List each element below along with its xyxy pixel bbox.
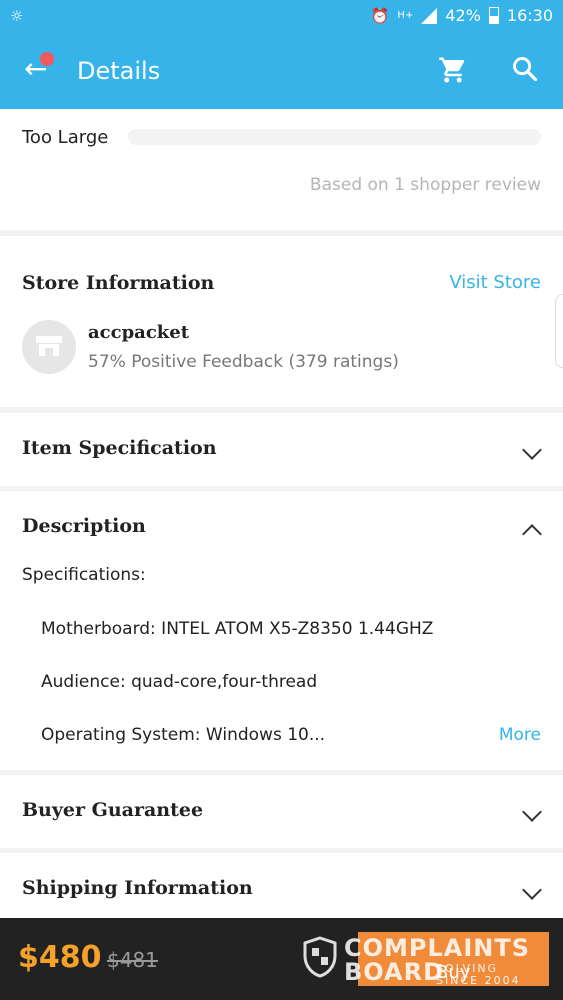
signal-icon xyxy=(421,7,438,24)
buyer-guarantee-row[interactable]: Buyer Guarantee xyxy=(0,775,563,848)
item-specification-row[interactable]: Item Specification xyxy=(0,413,563,486)
chevron-down-icon xyxy=(522,802,542,822)
shop-icon xyxy=(36,336,62,356)
item-specification-label: Item Specification xyxy=(22,437,217,459)
watermark-line2: BOARD xyxy=(344,958,445,986)
network-type: H+ xyxy=(397,10,414,21)
shield-icon xyxy=(303,936,337,978)
original-price: $481 xyxy=(107,948,158,972)
description-heading: Description xyxy=(22,515,146,537)
side-handle[interactable] xyxy=(555,294,563,368)
buyer-guarantee-label: Buyer Guarantee xyxy=(22,799,204,821)
store-information-card: Store Information Visit Store accpacket … xyxy=(0,236,563,407)
store-name[interactable]: accpacket xyxy=(88,322,189,343)
page-title: Details xyxy=(77,57,161,85)
more-link[interactable]: More xyxy=(499,725,541,745)
spec-line: Motherboard: INTEL ATOM X5-Z8350 1.44GHZ xyxy=(41,619,434,639)
weather-icon: ☼ xyxy=(10,7,24,25)
chevron-up-icon[interactable] xyxy=(522,524,542,544)
description-section: Description Specifications: Motherboard:… xyxy=(0,491,563,770)
store-heading: Store Information xyxy=(22,272,215,294)
store-avatar[interactable] xyxy=(22,320,76,374)
shipping-information-label: Shipping Information xyxy=(22,877,253,899)
size-fit-label: Too Large xyxy=(22,127,109,148)
specifications-label: Specifications: xyxy=(22,565,146,585)
purchase-bar: $480 $481 Buy COMPLAINTS BOARD SOLVING S… xyxy=(0,918,563,1000)
clock: 16:30 xyxy=(506,6,553,25)
app-bar: ← Details xyxy=(0,33,563,109)
notification-dot xyxy=(40,52,54,66)
cart-icon[interactable] xyxy=(438,55,468,85)
visit-store-link[interactable]: Visit Store xyxy=(449,272,541,293)
chevron-down-icon xyxy=(522,440,542,460)
store-feedback: 57% Positive Feedback (379 ratings) xyxy=(88,352,399,372)
status-bar: ☼ ⏰ H+ 42% 16:30 xyxy=(0,0,563,33)
chevron-down-icon xyxy=(522,880,542,900)
battery-percent: 42% xyxy=(445,6,481,25)
spec-line: Audience: quad-core,four-thread xyxy=(41,672,318,692)
spec-line: Operating System: Windows 10... xyxy=(41,725,326,745)
alarm-icon: ⏰ xyxy=(370,6,390,25)
search-icon[interactable] xyxy=(511,55,539,83)
size-fit-bar xyxy=(128,129,541,145)
review-count-text: Based on 1 shopper review xyxy=(309,175,541,195)
watermark-sub2: SINCE 2004 xyxy=(436,974,521,987)
battery-icon xyxy=(488,7,499,24)
shipping-information-row[interactable]: Shipping Information xyxy=(0,853,563,918)
current-price: $480 xyxy=(18,940,102,975)
size-fit-rating: Too Large Based on 1 shopper review xyxy=(0,109,563,230)
